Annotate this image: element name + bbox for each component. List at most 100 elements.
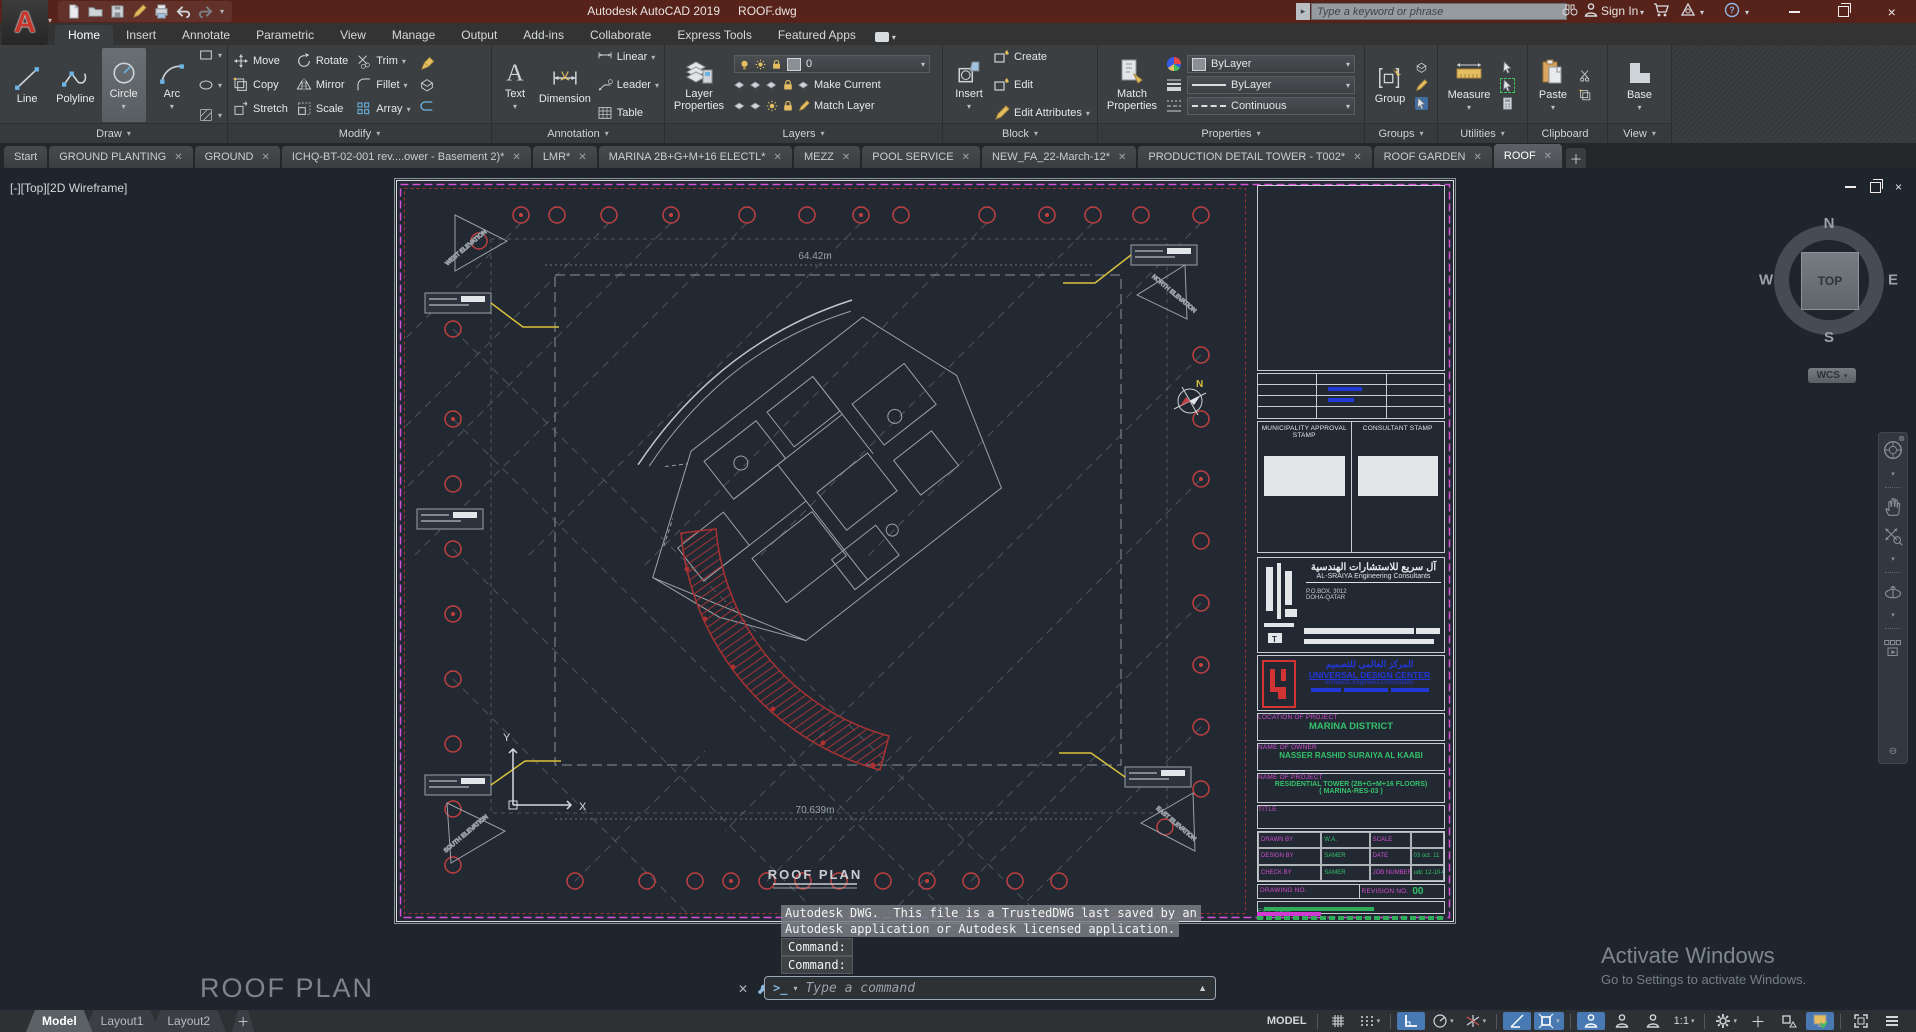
close-tab-icon[interactable]: ✕ [962, 152, 970, 163]
annotation-scale-icon[interactable] [1639, 1012, 1667, 1030]
copy-button[interactable]: Copy [233, 73, 288, 97]
group-button[interactable]: Group [1370, 48, 1410, 122]
edit-attributes-button[interactable]: Edit Attributes▾ [994, 101, 1090, 125]
tab-express-tools[interactable]: Express Tools [664, 25, 764, 45]
create-block-button[interactable]: Create [994, 45, 1090, 69]
close-tab-icon[interactable]: ✕ [1118, 152, 1126, 163]
viewcube-west[interactable]: W [1759, 272, 1773, 289]
explode-icon[interactable] [419, 77, 435, 93]
object-snap-tracking-toggle[interactable] [1503, 1012, 1531, 1030]
navbar-collapse-icon[interactable]: ⊖ [1889, 746, 1897, 757]
array-button[interactable]: Array▾ [356, 97, 410, 121]
lineweight-select[interactable]: ByLayer▾ [1187, 76, 1355, 94]
fillet-button[interactable]: Fillet▾ [356, 73, 410, 97]
panel-label-layers[interactable]: Layers [665, 123, 942, 143]
undo-icon[interactable] [176, 4, 191, 19]
viewcube-top-face[interactable]: TOP [1801, 252, 1859, 310]
file-tab-ichq[interactable]: ICHQ-BT-02-001 rev....ower - Basement 2)… [282, 146, 531, 168]
panel-label-draw[interactable]: Draw [0, 123, 227, 143]
tab-home[interactable]: Home [55, 25, 113, 45]
close-tab-icon[interactable]: ✕ [1353, 152, 1361, 163]
scale-button[interactable]: Scale [296, 97, 348, 121]
match-properties-button[interactable]: Match Properties [1103, 48, 1161, 122]
ortho-toggle[interactable] [1397, 1012, 1425, 1030]
make-current-button[interactable]: Make Current [734, 76, 930, 94]
sign-in-caret-icon[interactable]: ▾ [1640, 8, 1644, 17]
store-cart-icon[interactable] [1653, 2, 1669, 18]
tab-output[interactable]: Output [448, 25, 510, 45]
linear-button[interactable]: Linear▾ [597, 45, 659, 69]
save-as-icon[interactable] [132, 4, 147, 19]
isometric-drafting-toggle[interactable]: ▾ [1461, 1012, 1491, 1030]
group-edit-icon[interactable] [1415, 79, 1428, 92]
layer-properties-button[interactable]: Layer Properties [670, 48, 728, 122]
search-input[interactable] [1311, 3, 1567, 20]
overkill-icon[interactable] [419, 98, 435, 114]
ribbon-display-options-icon[interactable]: ▾ [875, 32, 896, 42]
annotation-autoscale-toggle[interactable] [1608, 1012, 1636, 1030]
copy-clip-icon[interactable] [1579, 89, 1592, 102]
wcs-menu[interactable]: WCS [1808, 368, 1856, 383]
close-tab-icon[interactable]: ✕ [1474, 152, 1482, 163]
navbar-close-icon[interactable]: ⊗ [1898, 434, 1905, 443]
leader-button[interactable]: Leader▾ [597, 73, 659, 97]
tab-model[interactable]: Model [26, 1010, 93, 1032]
trim-button[interactable]: Trim▾ [356, 49, 410, 73]
viewport-controls-label[interactable]: [-][Top][2D Wireframe] [10, 181, 127, 195]
cut-icon[interactable] [1579, 69, 1592, 82]
close-tab-icon[interactable]: ✕ [774, 152, 782, 163]
object-color-select[interactable]: ByLayer▾ [1187, 55, 1355, 73]
polar-tracking-toggle[interactable]: ▾ [1428, 1012, 1458, 1030]
tab-view[interactable]: View [327, 25, 379, 45]
mirror-button[interactable]: Mirror [296, 73, 348, 97]
line-button[interactable]: Line [5, 48, 49, 122]
showmotion-icon[interactable] [1883, 638, 1903, 658]
doc-restore-icon[interactable] [1870, 182, 1881, 193]
orbit-caret-icon[interactable]: ▾ [1891, 611, 1895, 619]
close-tab-icon[interactable]: ✕ [512, 152, 520, 163]
help-icon[interactable] [1724, 2, 1740, 18]
panel-label-utilities[interactable]: Utilities [1438, 123, 1527, 143]
doc-minimize-icon[interactable] [1845, 186, 1856, 188]
isolate-objects-icon[interactable] [1775, 1012, 1803, 1030]
annotation-visibility-toggle[interactable] [1577, 1012, 1605, 1030]
panel-label-modify[interactable]: Modify [228, 123, 491, 143]
file-tab-production-detail[interactable]: PRODUCTION DETAIL TOWER - T002*✕ [1138, 146, 1371, 168]
panel-label-view[interactable]: View [1608, 123, 1671, 143]
search-go-icon[interactable]: ▸ [1296, 3, 1310, 20]
dimension-button[interactable]: Dimension [537, 48, 593, 122]
close-tab-icon[interactable]: ✕ [174, 152, 182, 163]
plot-icon[interactable] [154, 4, 169, 19]
navwheel-caret-icon[interactable]: ▾ [1891, 470, 1895, 478]
file-tab-marina[interactable]: MARINA 2B+G+M+16 ELECTL*✕ [599, 146, 792, 168]
grid-toggle[interactable] [1324, 1012, 1352, 1030]
a360-share-icon[interactable] [1680, 2, 1696, 18]
application-menu-button[interactable]: A [2, 0, 48, 45]
clean-screen-icon[interactable] [1847, 1012, 1875, 1030]
save-icon[interactable] [110, 4, 125, 19]
close-tab-icon[interactable]: ✕ [578, 152, 586, 163]
circle-button[interactable]: Circle▾ [102, 48, 146, 122]
tab-parametric[interactable]: Parametric [243, 25, 327, 45]
panel-label-block[interactable]: Block [943, 123, 1097, 143]
close-tab-icon[interactable]: ✕ [842, 152, 850, 163]
arc-button[interactable]: Arc▾ [150, 48, 194, 122]
file-tab-start[interactable]: Start [4, 146, 47, 168]
rectangle-button[interactable]: ▾ [198, 43, 222, 67]
close-tab-icon[interactable]: ✕ [261, 152, 269, 163]
minimize-button[interactable] [1770, 0, 1819, 23]
ungroup-icon[interactable] [1415, 61, 1428, 74]
quick-select-icon[interactable] [1501, 61, 1514, 74]
base-button[interactable]: Base▾ [1618, 48, 1662, 122]
paste-button[interactable]: Paste▾ [1533, 48, 1573, 122]
group-selection-icon[interactable] [1415, 97, 1428, 110]
tab-layout1[interactable]: Layout1 [85, 1010, 160, 1032]
command-input[interactable] [803, 980, 1192, 997]
text-button[interactable]: Text▾ [497, 48, 533, 122]
drawing-window[interactable]: WEST ELEVATION NORTH ELEVATION SOUTH ELE… [394, 178, 1456, 924]
application-menu-caret-icon[interactable]: ▾ [48, 16, 52, 25]
file-tab-pool-service[interactable]: POOL SERVICE✕ [862, 146, 980, 168]
user-icon[interactable] [1583, 2, 1599, 18]
restore-button[interactable] [1819, 0, 1868, 23]
file-tab-mezz[interactable]: MEZZ✕ [794, 146, 860, 168]
